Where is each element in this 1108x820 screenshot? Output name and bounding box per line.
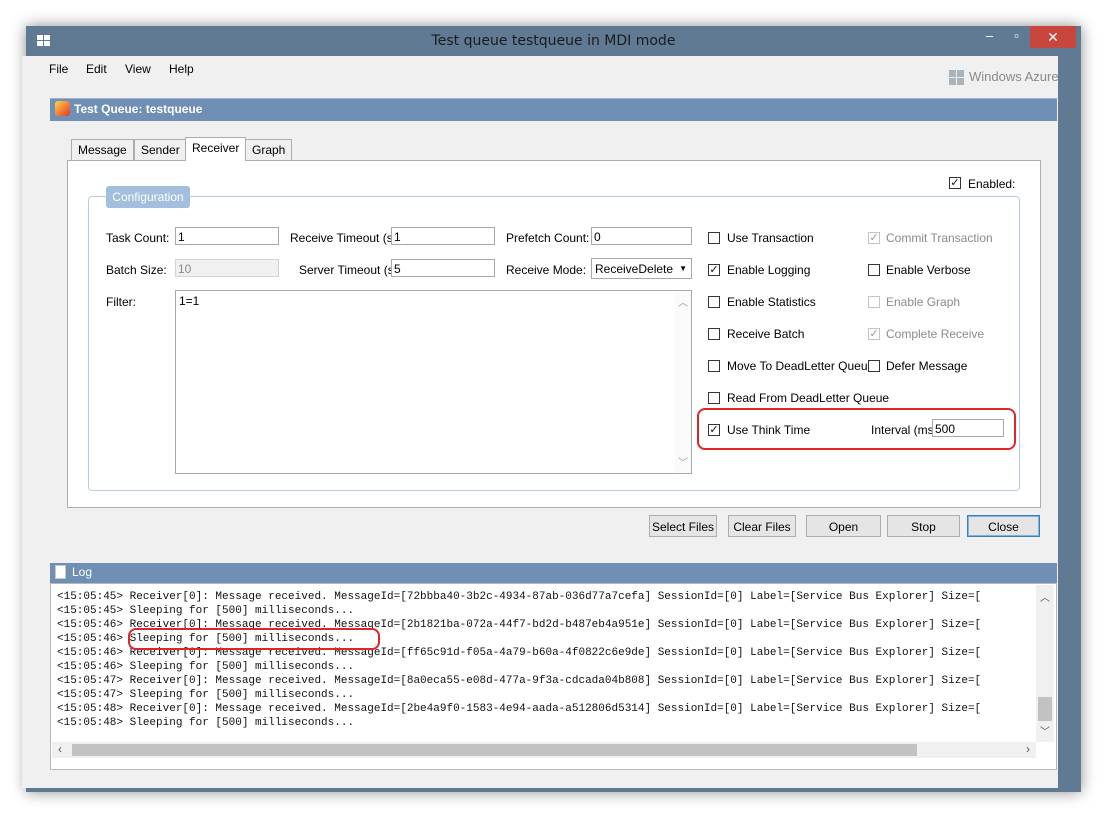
enable-verbose-label: Enable Verbose [886, 263, 971, 277]
use-think-time-checkbox[interactable]: ✓ [708, 424, 720, 436]
filter-label: Filter: [106, 295, 136, 309]
complete-receive-label: Complete Receive [886, 327, 985, 341]
tab-message[interactable]: Message [71, 139, 134, 160]
receive-timeout-input[interactable]: 1 [391, 227, 495, 245]
batch-size-input: 10 [175, 259, 279, 277]
enabled-label: Enabled: [968, 177, 1016, 191]
enable-statistics-label: Enable Statistics [727, 295, 816, 309]
tab-sender[interactable]: Sender [134, 139, 187, 160]
read-from-deadletter-checkbox[interactable] [708, 392, 720, 404]
window-title: Test queue testqueue in MDI mode [431, 33, 676, 49]
queue-icon [55, 101, 70, 116]
stop-button[interactable]: Stop [887, 515, 960, 537]
clear-files-button[interactable]: Clear Files [728, 515, 796, 537]
enable-logging-label: Enable Logging [727, 263, 811, 277]
receive-batch-checkbox[interactable] [708, 328, 720, 340]
minimize-button[interactable]: – [976, 26, 1003, 48]
windows-azure-brand: Windows Azure [969, 69, 1059, 84]
scroll-up-icon[interactable]: ︿ [678, 294, 688, 309]
menu-help[interactable]: Help [169, 62, 194, 76]
scroll-thumb[interactable] [72, 744, 917, 756]
scroll-down-icon[interactable]: ﹀ [1040, 723, 1050, 738]
log-icon [55, 565, 66, 579]
defer-message-label: Defer Message [886, 359, 968, 373]
close-window-button[interactable]: ✕ [1030, 26, 1076, 48]
maximize-button[interactable]: ▫ [1003, 26, 1030, 48]
use-transaction-checkbox[interactable] [708, 232, 720, 244]
scroll-down-icon[interactable]: ﹀ [678, 454, 688, 469]
dropdown-arrow-icon: ▼ [679, 264, 687, 273]
task-count-input[interactable]: 1 [175, 227, 279, 245]
enable-statistics-checkbox[interactable] [708, 296, 720, 308]
scroll-right-icon[interactable]: › [1026, 742, 1030, 756]
log-horizontal-scrollbar[interactable]: ‹ › [52, 742, 1036, 758]
commit-transaction-checkbox: ✓ [868, 232, 880, 244]
log-line: <15:05:45> Sleeping for [500] millisecon… [57, 605, 355, 617]
filter-text: 1=1 [179, 294, 200, 308]
enabled-checkbox[interactable]: ✓ [949, 177, 961, 189]
commit-transaction-label: Commit Transaction [886, 231, 993, 245]
tab-graph[interactable]: Graph [245, 139, 293, 160]
log-line: <15:05:46> Sleeping for [500] millisecon… [57, 661, 355, 673]
batch-size-label: Batch Size: [106, 263, 167, 277]
log-highlight [128, 628, 380, 650]
use-transaction-label: Use Transaction [727, 231, 814, 245]
menu-view[interactable]: View [125, 62, 151, 76]
server-timeout-input[interactable]: 5 [391, 259, 495, 277]
move-to-deadletter-checkbox[interactable] [708, 360, 720, 372]
enable-logging-checkbox[interactable]: ✓ [708, 264, 720, 276]
enable-verbose-checkbox[interactable] [868, 264, 880, 276]
configuration-legend: Configuration [106, 186, 190, 208]
defer-message-checkbox[interactable] [868, 360, 880, 372]
log-line: <15:05:47> Receiver[0]: Message received… [57, 675, 982, 687]
receive-batch-label: Receive Batch [727, 327, 805, 341]
move-to-deadletter-label: Move To DeadLetter Queue [727, 359, 875, 373]
server-timeout-label: Server Timeout (s): [299, 263, 402, 277]
filter-textarea[interactable]: 1=1 ︿ ﹀ [175, 290, 692, 474]
open-button[interactable]: Open [806, 515, 881, 537]
receive-mode-select[interactable]: ReceiveDelete ▼ [591, 258, 692, 279]
windows-azure-logo-icon [949, 70, 964, 85]
receive-mode-value: ReceiveDelete [595, 262, 674, 276]
log-line: <15:05:48> Receiver[0]: Message received… [57, 703, 982, 715]
use-think-time-label: Use Think Time [727, 423, 811, 437]
log-titlebar [50, 563, 1057, 583]
close-button[interactable]: Close [967, 515, 1040, 537]
prefetch-count-label: Prefetch Count: [506, 231, 590, 245]
child-window-title: Test Queue: testqueue [74, 102, 203, 116]
prefetch-count-input[interactable]: 0 [591, 227, 692, 245]
scroll-left-icon[interactable]: ‹ [58, 742, 62, 756]
tab-receiver[interactable]: Receiver [185, 137, 247, 161]
complete-receive-checkbox: ✓ [868, 328, 880, 340]
select-files-button[interactable]: Select Files [649, 515, 717, 537]
interval-label: Interval (ms): [871, 423, 942, 437]
log-line: <15:05:47> Sleeping for [500] millisecon… [57, 689, 355, 701]
log-line: <15:05:48> Sleeping for [500] millisecon… [57, 717, 355, 729]
title-bar[interactable]: Test queue testqueue in MDI mode – ▫ ✕ [26, 26, 1081, 56]
log-vertical-scrollbar[interactable]: ︿ ﹀ [1036, 585, 1054, 742]
menu-edit[interactable]: Edit [86, 62, 107, 76]
enable-graph-checkbox [868, 296, 880, 308]
receive-mode-label: Receive Mode: [506, 263, 587, 277]
scroll-thumb[interactable] [1038, 697, 1052, 721]
filter-scrollbar[interactable]: ︿ ﹀ [675, 291, 691, 473]
scroll-up-icon[interactable]: ︿ [1040, 589, 1050, 604]
log-title: Log [72, 565, 93, 579]
receive-timeout-label: Receive Timeout (s): [290, 231, 401, 245]
enable-graph-label: Enable Graph [886, 295, 961, 309]
log-line: <15:05:45> Receiver[0]: Message received… [57, 591, 982, 603]
task-count-label: Task Count: [106, 231, 170, 245]
interval-input[interactable]: 500 [932, 419, 1004, 437]
menu-file[interactable]: File [49, 62, 68, 76]
read-from-deadletter-label: Read From DeadLetter Queue [727, 391, 890, 405]
